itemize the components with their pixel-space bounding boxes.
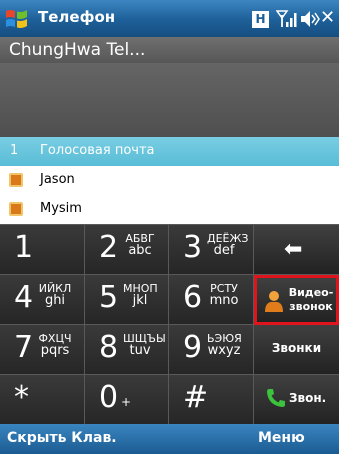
backspace-arrow-icon: ⬅ xyxy=(284,237,303,262)
volume-icon[interactable] xyxy=(300,10,320,28)
title-bar: Телефон H ✕ xyxy=(0,0,339,37)
softkey-menu[interactable]: Меню xyxy=(258,430,305,446)
key-2[interactable]: 2 АБВГ abc xyxy=(85,225,169,275)
key-digit: 3 xyxy=(183,230,203,265)
video-call-button[interactable]: Видео-звонок xyxy=(254,275,339,325)
key-5[interactable]: 5 МНОП jkl xyxy=(85,275,169,325)
key-letters: + xyxy=(120,395,132,409)
person-icon xyxy=(265,291,283,312)
h-connection-icon[interactable]: H xyxy=(252,11,269,28)
key-1[interactable]: 1 xyxy=(0,225,85,275)
key-4[interactable]: 4 ИЙКЛ ghi xyxy=(0,275,85,325)
key-3[interactable]: 3 ДЕЁЖЗ def xyxy=(169,225,254,275)
key-star[interactable]: * xyxy=(0,375,85,425)
key-digit: 2 xyxy=(99,230,119,265)
app-title: Телефон xyxy=(38,8,116,26)
windows-start-icon[interactable] xyxy=(4,7,30,31)
contact-card-icon xyxy=(9,202,23,216)
contact-card-icon xyxy=(9,173,23,187)
key-digit: 7 xyxy=(14,330,34,365)
key-letters: МНОП jkl xyxy=(123,282,158,308)
key-9[interactable]: 9 ЬЭЮЯ wxyz xyxy=(169,325,254,375)
key-digit: 1 xyxy=(14,230,34,265)
key-digit: * xyxy=(14,380,29,415)
softkey-bar: Скрыть Клав. Меню xyxy=(0,424,339,454)
key-7[interactable]: 7 ФХЦЧ pqrs xyxy=(0,325,85,375)
list-item-voicemail[interactable]: 1 Голосовая почта xyxy=(0,137,339,166)
key-letters: АБВГ abc xyxy=(125,232,155,258)
speed-dial-list: 1 Голосовая почта Jason Mysim xyxy=(0,137,339,224)
list-item-jason[interactable]: Jason xyxy=(0,166,339,195)
key-hash[interactable]: # xyxy=(169,375,254,425)
key-0[interactable]: 0 + xyxy=(85,375,169,425)
phone-handset-icon xyxy=(267,389,285,407)
backspace-button[interactable]: ⬅ xyxy=(254,225,339,275)
list-item-label: Голосовая почта xyxy=(40,143,155,158)
call-history-button[interactable]: Звонки xyxy=(254,325,339,375)
softkey-hide-keypad[interactable]: Скрыть Клав. xyxy=(7,430,117,446)
key-digit: 4 xyxy=(14,280,34,315)
list-item-label: Mysim xyxy=(40,201,82,216)
key-letters: ШЩЪЫ tuv xyxy=(123,332,166,358)
keypad: 1 2 АБВГ abc 3 ДЕЁЖЗ def 4 ИЙКЛ ghi 5 МНОП j… xyxy=(0,224,339,425)
key-letters: ФХЦЧ pqrs xyxy=(38,332,72,358)
speed-dial-number: 1 xyxy=(10,143,19,158)
call-button[interactable]: Звон. xyxy=(254,375,339,425)
signal-icon[interactable] xyxy=(276,9,298,29)
operator-bar: ChungHwa Tel... xyxy=(0,37,339,63)
key-8[interactable]: 8 ШЩЪЫ tuv xyxy=(85,325,169,375)
list-item-mysim[interactable]: Mysim xyxy=(0,195,339,224)
key-digit: 0 xyxy=(99,380,119,415)
key-letters: РСТУ mno xyxy=(209,282,239,308)
key-digit: # xyxy=(183,380,209,415)
key-digit: 6 xyxy=(183,280,203,315)
key-digit: 8 xyxy=(99,330,119,365)
key-digit: 5 xyxy=(99,280,119,315)
dialed-number-display xyxy=(0,63,339,137)
key-digit: 9 xyxy=(183,330,203,365)
key-6[interactable]: 6 РСТУ mno xyxy=(169,275,254,325)
call-label: Звон. xyxy=(289,391,327,405)
close-icon[interactable]: ✕ xyxy=(320,7,335,29)
key-letters: ЬЭЮЯ wxyz xyxy=(207,332,242,358)
key-letters: ИЙКЛ ghi xyxy=(38,282,72,308)
call-history-label: Звонки xyxy=(271,341,322,355)
operator-name: ChungHwa Tel... xyxy=(9,40,146,60)
key-letters: ДЕЁЖЗ def xyxy=(207,232,249,258)
video-call-label: Видео-звонок xyxy=(288,286,334,313)
list-item-label: Jason xyxy=(40,172,75,187)
